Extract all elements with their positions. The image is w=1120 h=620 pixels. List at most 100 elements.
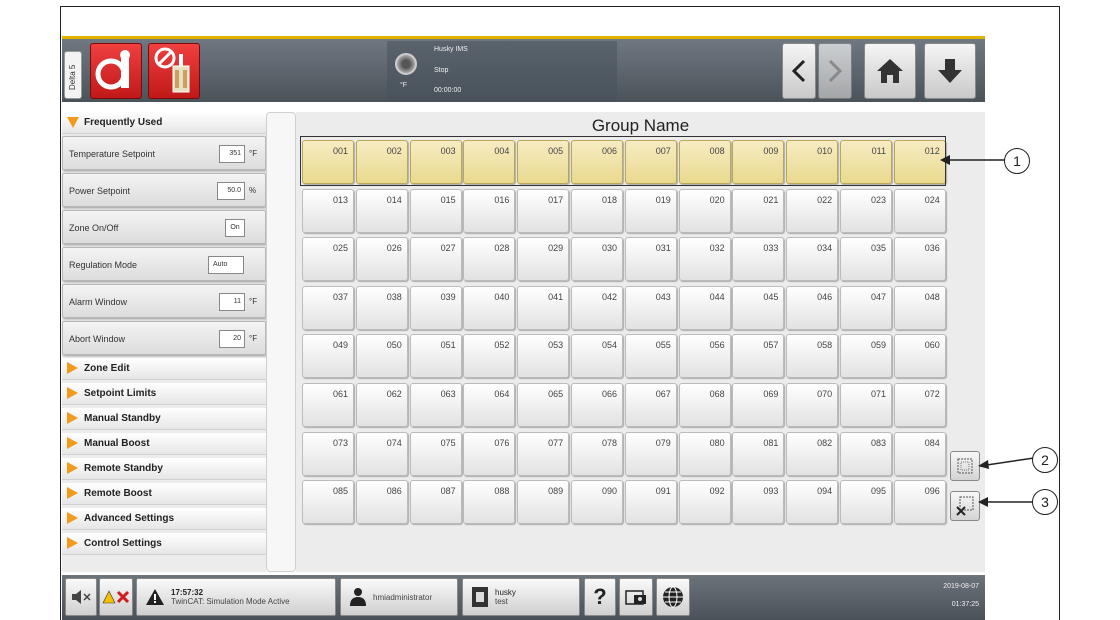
setting-value[interactable]: 50.0 bbox=[217, 182, 245, 200]
zone-button[interactable]: 033 bbox=[732, 237, 785, 282]
zone-button[interactable]: 015 bbox=[409, 188, 462, 233]
zone-button[interactable]: 078 bbox=[571, 431, 623, 476]
zone-button[interactable]: 077 bbox=[517, 431, 570, 476]
zone-button[interactable]: 021 bbox=[732, 188, 785, 233]
zone-button[interactable]: 048 bbox=[893, 285, 946, 330]
zone-button[interactable]: 018 bbox=[571, 188, 623, 233]
zone-button[interactable]: 058 bbox=[786, 334, 839, 379]
zone-button[interactable]: 056 bbox=[678, 334, 731, 379]
machine-status-panel[interactable]: °F Husky IMS Stop 00:00:00 bbox=[387, 41, 617, 101]
zone-button[interactable]: 013 bbox=[302, 188, 354, 233]
setting-temperature-setpoint[interactable]: Temperature Setpoint 351 °F bbox=[62, 136, 266, 170]
zone-button[interactable]: 069 bbox=[732, 383, 785, 427]
setting-value[interactable]: 351 bbox=[219, 145, 245, 163]
section-manual-standby[interactable]: Manual Standby bbox=[62, 408, 266, 430]
zone-button[interactable]: 061 bbox=[302, 383, 354, 427]
zone-button[interactable]: 082 bbox=[786, 431, 839, 476]
section-manual-boost[interactable]: Manual Boost bbox=[62, 433, 266, 455]
zone-button[interactable]: 047 bbox=[840, 285, 892, 330]
zone-button[interactable]: 074 bbox=[355, 431, 408, 476]
zone-button[interactable]: 092 bbox=[678, 480, 731, 525]
zone-button[interactable]: 027 bbox=[409, 237, 462, 282]
help-button[interactable]: ? bbox=[584, 578, 616, 616]
zone-button[interactable]: 019 bbox=[624, 188, 677, 233]
setting-zone-on-off[interactable]: Zone On/Off On bbox=[62, 210, 266, 244]
zone-button[interactable]: 049 bbox=[302, 334, 354, 379]
zone-button[interactable]: 065 bbox=[517, 383, 570, 427]
section-advanced-settings[interactable]: Advanced Settings bbox=[62, 508, 266, 530]
delta-tab[interactable]: Delta 5 bbox=[64, 51, 82, 99]
zone-button[interactable]: 053 bbox=[517, 334, 570, 379]
section-zone-edit[interactable]: Zone Edit bbox=[62, 358, 266, 380]
zone-button[interactable]: 025 bbox=[302, 237, 354, 282]
mold-button[interactable]: husky test bbox=[462, 578, 580, 616]
zone-button[interactable]: 086 bbox=[355, 480, 408, 525]
zone-button[interactable]: 044 bbox=[678, 285, 731, 330]
zone-button[interactable]: 031 bbox=[624, 237, 677, 282]
zone-button[interactable]: 024 bbox=[893, 188, 946, 233]
zone-button[interactable]: 054 bbox=[571, 334, 623, 379]
zone-button[interactable]: 042 bbox=[571, 285, 623, 330]
zone-button[interactable]: 051 bbox=[409, 334, 462, 379]
zone-button[interactable]: 064 bbox=[463, 383, 516, 427]
zone-button[interactable]: 043 bbox=[624, 285, 677, 330]
setting-abort-window[interactable]: Abort Window 20 °F bbox=[62, 321, 266, 355]
zone-button[interactable]: 089 bbox=[517, 480, 570, 525]
zone-button[interactable]: 075 bbox=[409, 431, 462, 476]
setting-alarm-window[interactable]: Alarm Window 11 °F bbox=[62, 284, 266, 318]
zone-button[interactable]: 071 bbox=[840, 383, 892, 427]
zone-button[interactable]: 095 bbox=[840, 480, 892, 525]
back-button[interactable] bbox=[782, 43, 816, 99]
alarm-reset-button[interactable] bbox=[99, 578, 133, 616]
forward-button[interactable] bbox=[818, 43, 852, 99]
zone-button[interactable]: 084 bbox=[893, 431, 946, 476]
section-frequently-used[interactable]: Frequently Used bbox=[62, 112, 266, 134]
sidebar-scrollbar[interactable] bbox=[266, 112, 296, 572]
zone-button[interactable]: 050 bbox=[355, 334, 408, 379]
zone-button[interactable]: 055 bbox=[624, 334, 677, 379]
zone-button[interactable]: 087 bbox=[409, 480, 462, 525]
section-remote-standby[interactable]: Remote Standby bbox=[62, 458, 266, 480]
setting-value[interactable]: 20 bbox=[219, 330, 245, 348]
zone-button[interactable]: 039 bbox=[409, 285, 462, 330]
zone-button[interactable]: 022 bbox=[786, 188, 839, 233]
zone-button[interactable]: 059 bbox=[840, 334, 892, 379]
mute-button[interactable] bbox=[65, 578, 97, 616]
zone-button[interactable]: 037 bbox=[302, 285, 354, 330]
zone-button[interactable]: 040 bbox=[463, 285, 516, 330]
language-button[interactable] bbox=[656, 578, 690, 616]
zone-button[interactable]: 017 bbox=[517, 188, 570, 233]
zone-button[interactable]: 041 bbox=[517, 285, 570, 330]
zone-button[interactable]: 090 bbox=[571, 480, 623, 525]
zone-button[interactable]: 032 bbox=[678, 237, 731, 282]
section-setpoint-limits[interactable]: Setpoint Limits bbox=[62, 383, 266, 405]
section-control-settings[interactable]: Control Settings bbox=[62, 533, 266, 555]
zone-button[interactable]: 067 bbox=[624, 383, 677, 427]
zone-button[interactable]: 030 bbox=[571, 237, 623, 282]
zone-button[interactable]: 073 bbox=[302, 431, 354, 476]
zone-button[interactable]: 057 bbox=[732, 334, 785, 379]
user-button[interactable]: hmiadministrator bbox=[340, 578, 458, 616]
zone-button[interactable]: 023 bbox=[840, 188, 892, 233]
setting-regulation-mode[interactable]: Regulation Mode Auto bbox=[62, 247, 266, 281]
zone-button[interactable]: 016 bbox=[463, 188, 516, 233]
setting-power-setpoint[interactable]: Power Setpoint 50.0 % bbox=[62, 173, 266, 207]
zone-button[interactable]: 046 bbox=[786, 285, 839, 330]
zone-button[interactable]: 020 bbox=[678, 188, 731, 233]
zone-button[interactable]: 034 bbox=[786, 237, 839, 282]
zone-button[interactable]: 063 bbox=[409, 383, 462, 427]
mold-disabled-button[interactable] bbox=[148, 43, 200, 99]
zone-button[interactable]: 091 bbox=[624, 480, 677, 525]
zone-button[interactable]: 072 bbox=[893, 383, 946, 427]
clear-selection-button[interactable] bbox=[950, 491, 980, 521]
section-remote-boost[interactable]: Remote Boost bbox=[62, 483, 266, 505]
zone-button[interactable]: 029 bbox=[517, 237, 570, 282]
zone-button[interactable]: 088 bbox=[463, 480, 516, 525]
alarm-banner[interactable]: 17:57:32 TwinCAT: Simulation Mode Active bbox=[136, 578, 336, 616]
zone-button[interactable]: 096 bbox=[893, 480, 946, 525]
zone-button[interactable]: 081 bbox=[732, 431, 785, 476]
setting-value[interactable]: 11 bbox=[219, 293, 245, 311]
zone-button[interactable]: 035 bbox=[840, 237, 892, 282]
download-button[interactable] bbox=[924, 43, 976, 99]
zone-button[interactable]: 045 bbox=[732, 285, 785, 330]
